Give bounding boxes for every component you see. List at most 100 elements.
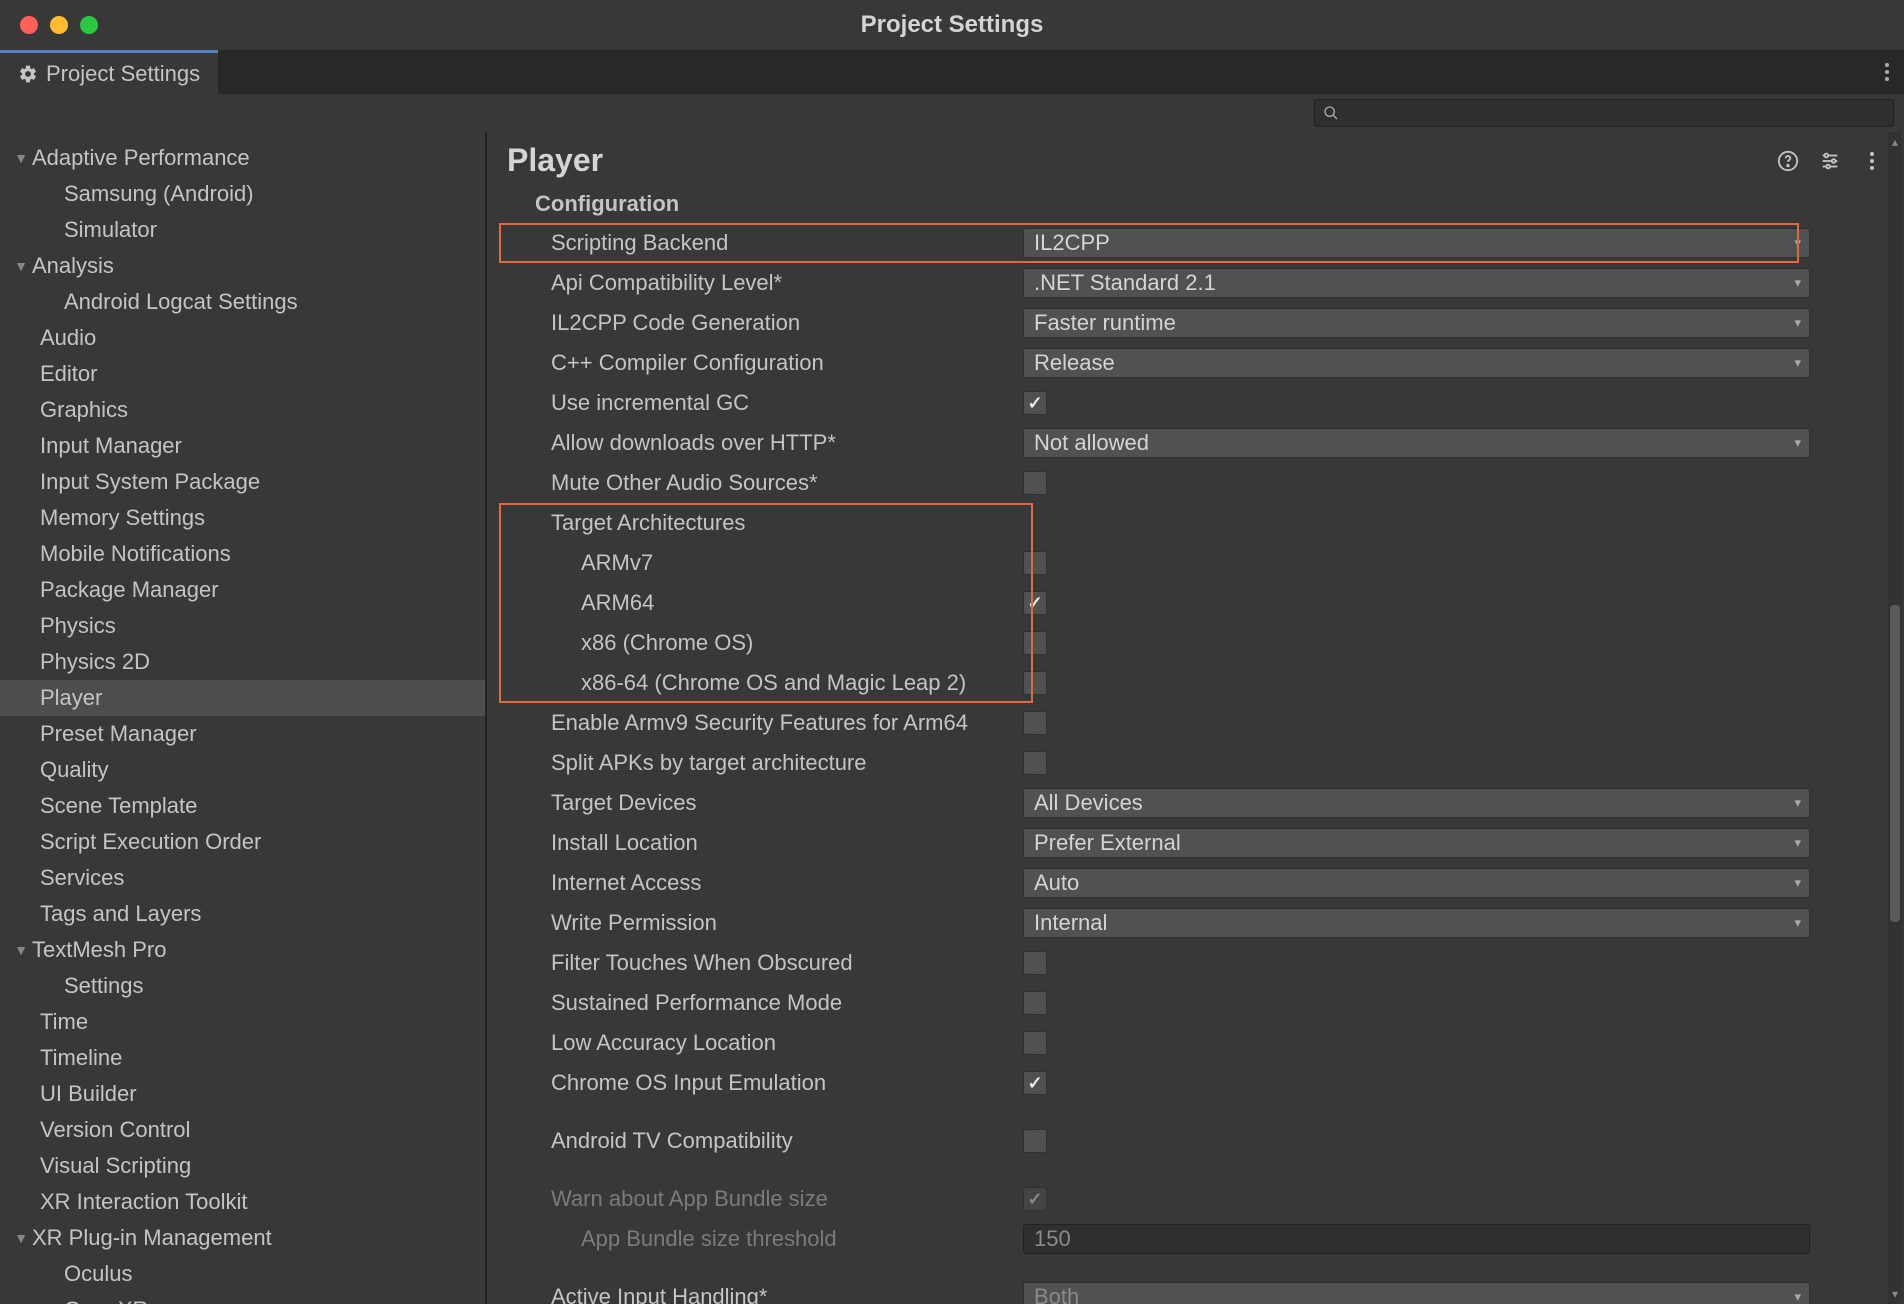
sidebar-item-services[interactable]: Services: [0, 860, 485, 896]
install-location-dropdown[interactable]: Prefer External▾: [1023, 828, 1810, 858]
maximize-window-button[interactable]: [80, 16, 98, 34]
sidebar-item-label: Quality: [40, 754, 108, 786]
sidebar-item-label: Audio: [40, 322, 96, 354]
sidebar-item-visual-scripting[interactable]: Visual Scripting: [0, 1148, 485, 1184]
sidebar-item-samsung-android-[interactable]: Samsung (Android): [0, 176, 485, 212]
scrollbar-thumb[interactable]: [1890, 605, 1900, 922]
android-tv-checkbox[interactable]: [1023, 1129, 1047, 1153]
section-title: Configuration: [535, 187, 1882, 223]
disclosure-triangle-icon[interactable]: ▼: [14, 142, 28, 174]
sidebar-item-editor[interactable]: Editor: [0, 356, 485, 392]
sidebar-item-physics[interactable]: Physics: [0, 608, 485, 644]
sustained-perf-checkbox[interactable]: [1023, 991, 1047, 1015]
sidebar-item-adaptive-performance[interactable]: ▼Adaptive Performance: [0, 140, 485, 176]
gear-icon: [18, 64, 38, 84]
scripting-backend-label: Scripting Backend: [535, 230, 1023, 256]
api-compat-dropdown[interactable]: .NET Standard 2.1▾: [1023, 268, 1810, 298]
sidebar-item-label: Scene Template: [40, 790, 197, 822]
sidebar-item-player[interactable]: Player: [0, 680, 485, 716]
chevron-down-icon: ▾: [1794, 275, 1801, 291]
sidebar-item-xr-interaction-toolkit[interactable]: XR Interaction Toolkit: [0, 1184, 485, 1220]
sidebar-item-script-execution-order[interactable]: Script Execution Order: [0, 824, 485, 860]
bundle-threshold-label: App Bundle size threshold: [535, 1226, 1023, 1252]
sidebar-item-timeline[interactable]: Timeline: [0, 1040, 485, 1076]
sidebar-item-preset-manager[interactable]: Preset Manager: [0, 716, 485, 752]
sidebar-item-audio[interactable]: Audio: [0, 320, 485, 356]
sidebar-item-version-control[interactable]: Version Control: [0, 1112, 485, 1148]
sidebar-item-input-manager[interactable]: Input Manager: [0, 428, 485, 464]
mute-audio-checkbox[interactable]: [1023, 471, 1047, 495]
sidebar-item-textmesh-pro[interactable]: ▼TextMesh Pro: [0, 932, 485, 968]
bundle-threshold-field: 150: [1023, 1224, 1810, 1254]
sidebar-item-xr-plug-in-management[interactable]: ▼XR Plug-in Management: [0, 1220, 485, 1256]
disclosure-triangle-icon[interactable]: ▼: [14, 250, 28, 282]
sidebar-item-analysis[interactable]: ▼Analysis: [0, 248, 485, 284]
il2cpp-codegen-dropdown[interactable]: Faster runtime▾: [1023, 308, 1810, 338]
arm64-checkbox[interactable]: [1023, 591, 1047, 615]
sidebar-item-settings[interactable]: Settings: [0, 968, 485, 1004]
search-input[interactable]: [1345, 103, 1885, 124]
close-window-button[interactable]: [20, 16, 38, 34]
x86-checkbox[interactable]: [1023, 631, 1047, 655]
tab-label: Project Settings: [46, 61, 200, 87]
sidebar-item-package-manager[interactable]: Package Manager: [0, 572, 485, 608]
internet-access-dropdown[interactable]: Auto▾: [1023, 868, 1810, 898]
active-input-dropdown[interactable]: Both▾: [1023, 1282, 1810, 1304]
cpp-compiler-dropdown[interactable]: Release▾: [1023, 348, 1810, 378]
scroll-up-arrow-icon[interactable]: ▴: [1888, 132, 1902, 152]
vertical-scrollbar[interactable]: ▴ ▾: [1888, 132, 1902, 1304]
disclosure-triangle-icon[interactable]: ▼: [14, 934, 28, 966]
tab-menu-button[interactable]: [1870, 50, 1904, 94]
sidebar-item-android-logcat-settings[interactable]: Android Logcat Settings: [0, 284, 485, 320]
sidebar-item-label: XR Plug-in Management: [32, 1222, 272, 1254]
armv9-security-checkbox[interactable]: [1023, 711, 1047, 735]
x86-64-checkbox[interactable]: [1023, 671, 1047, 695]
sidebar-item-openxr[interactable]: OpenXR: [0, 1292, 485, 1304]
allow-http-dropdown[interactable]: Not allowed▾: [1023, 428, 1810, 458]
sidebar-item-memory-settings[interactable]: Memory Settings: [0, 500, 485, 536]
filter-touches-checkbox[interactable]: [1023, 951, 1047, 975]
sidebar-item-label: Package Manager: [40, 574, 219, 606]
search-field[interactable]: [1314, 99, 1894, 127]
api-compat-label: Api Compatibility Level*: [535, 270, 1023, 296]
filter-touches-label: Filter Touches When Obscured: [535, 950, 1023, 976]
context-menu-icon[interactable]: [1860, 149, 1884, 173]
target-devices-label: Target Devices: [535, 790, 1023, 816]
sidebar-item-tags-and-layers[interactable]: Tags and Layers: [0, 896, 485, 932]
scripting-backend-dropdown[interactable]: IL2CPP▾: [1023, 228, 1810, 258]
help-icon[interactable]: [1776, 149, 1800, 173]
chrome-input-checkbox[interactable]: [1023, 1071, 1047, 1095]
minimize-window-button[interactable]: [50, 16, 68, 34]
sidebar-item-label: Oculus: [64, 1258, 132, 1290]
sidebar-item-scene-template[interactable]: Scene Template: [0, 788, 485, 824]
target-devices-dropdown[interactable]: All Devices▾: [1023, 788, 1810, 818]
low-accuracy-loc-checkbox[interactable]: [1023, 1031, 1047, 1055]
split-apks-checkbox[interactable]: [1023, 751, 1047, 775]
sidebar-item-physics-2d[interactable]: Physics 2D: [0, 644, 485, 680]
settings-preset-icon[interactable]: [1818, 149, 1842, 173]
sidebar-item-mobile-notifications[interactable]: Mobile Notifications: [0, 536, 485, 572]
sidebar-item-graphics[interactable]: Graphics: [0, 392, 485, 428]
armv7-checkbox[interactable]: [1023, 551, 1047, 575]
warn-bundle-label: Warn about App Bundle size: [535, 1186, 1023, 1212]
x86-label: x86 (Chrome OS): [535, 630, 1023, 656]
sidebar-item-label: Simulator: [64, 214, 157, 246]
il2cpp-codegen-label: IL2CPP Code Generation: [535, 310, 1023, 336]
use-incr-gc-checkbox[interactable]: [1023, 391, 1047, 415]
tab-project-settings[interactable]: Project Settings: [0, 50, 218, 94]
sidebar-item-ui-builder[interactable]: UI Builder: [0, 1076, 485, 1112]
sidebar-item-time[interactable]: Time: [0, 1004, 485, 1040]
sidebar-item-oculus[interactable]: Oculus: [0, 1256, 485, 1292]
sidebar-item-input-system-package[interactable]: Input System Package: [0, 464, 485, 500]
sidebar-item-label: Physics 2D: [40, 646, 150, 678]
disclosure-triangle-icon[interactable]: ▼: [14, 1222, 28, 1254]
sidebar-item-simulator[interactable]: Simulator: [0, 212, 485, 248]
scroll-down-arrow-icon[interactable]: ▾: [1888, 1284, 1902, 1304]
sidebar-item-quality[interactable]: Quality: [0, 752, 485, 788]
cpp-compiler-label: C++ Compiler Configuration: [535, 350, 1023, 376]
settings-sidebar: ▼Adaptive PerformanceSamsung (Android)Si…: [0, 132, 487, 1304]
write-permission-dropdown[interactable]: Internal▾: [1023, 908, 1810, 938]
split-apks-label: Split APKs by target architecture: [535, 750, 1023, 776]
android-tv-label: Android TV Compatibility: [535, 1128, 1023, 1154]
sidebar-item-label: Mobile Notifications: [40, 538, 231, 570]
